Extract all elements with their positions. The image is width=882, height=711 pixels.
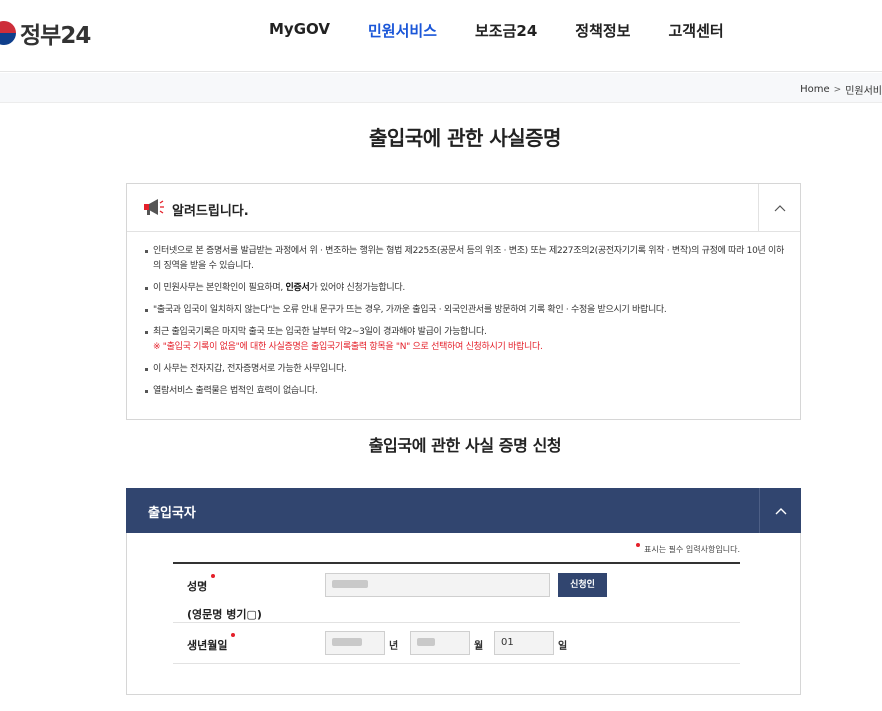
row-divider (173, 663, 740, 664)
form-top-rule (173, 562, 740, 564)
chevron-up-icon (774, 204, 785, 211)
panel-collapse-button[interactable] (759, 488, 801, 533)
notice-collapse-button[interactable] (758, 184, 800, 231)
required-dot-icon (211, 574, 216, 578)
breadcrumb-current[interactable]: 민원서비 (845, 82, 882, 97)
notice-warning: ※ "출입국 기록이 없음"에 대한 사실증명은 출입국기록출력 항목을 "N"… (153, 342, 543, 352)
logo-text: 정부24 (20, 23, 91, 49)
masked-value (332, 638, 362, 646)
day-unit: 일 (558, 641, 568, 652)
main-nav: MyGOV 민원서비스 보조금24 정책정보 고객센터 (269, 20, 762, 41)
month-unit: 월 (474, 641, 484, 652)
nav-item-mygov[interactable]: MyGOV (269, 20, 330, 41)
nav-item-subsidy24[interactable]: 보조금24 (475, 20, 537, 41)
notice-list: 인터넷으로 본 증명서를 발급받는 과정에서 위 · 변조하는 행위는 형법 제… (127, 232, 800, 399)
nav-item-policy-info[interactable]: 정책정보 (575, 20, 630, 41)
name-label: 성명 (187, 574, 216, 594)
notice-item: 인터넷으로 본 증명서를 발급받는 과정에서 위 · 변조하는 행위는 형법 제… (145, 244, 784, 274)
breadcrumb-home[interactable]: Home (800, 84, 830, 95)
notice-box: 알려드립니다. 인터넷으로 본 증명서를 발급받는 과정에서 위 · 변조하는 … (126, 183, 801, 420)
applicant-panel: 출입국자 표시는 필수 입력사항입니다. 성명 신청인 (영문명 병기▢) 생년… (126, 488, 801, 695)
birth-month-input[interactable] (410, 631, 470, 655)
birth-day-input[interactable]: 01 (494, 631, 554, 655)
required-note: 표시는 필수 입력사항입니다. (636, 543, 740, 555)
panel-title: 출입국자 (148, 506, 196, 521)
masked-value (417, 638, 435, 646)
notice-header: 알려드립니다. (127, 184, 800, 232)
notice-title: 알려드립니다. (172, 204, 249, 219)
page: 정부24 MyGOV 민원서비스 보조금24 정책정보 고객센터 Home > … (0, 0, 882, 711)
site-header: 정부24 MyGOV 민원서비스 보조금24 정책정보 고객센터 (0, 0, 882, 72)
breadcrumb-bar: Home > 민원서비 (0, 73, 882, 103)
notice-item: 이 민원사무는 본인확인이 필요하며, 인증서가 있어야 신청가능합니다. (145, 281, 784, 296)
required-dot-icon (636, 543, 641, 547)
taegeuk-logo-icon (0, 21, 16, 45)
nav-item-customer-center[interactable]: 고객센터 (668, 20, 723, 41)
page-title: 출입국에 관한 사실증명 (369, 126, 561, 150)
megaphone-icon (144, 199, 164, 215)
english-name-toggle[interactable]: (영문명 병기▢) (187, 606, 262, 622)
panel-header: 출입국자 (126, 488, 801, 533)
nav-item-civil-service[interactable]: 민원서비스 (368, 20, 437, 41)
name-input[interactable] (325, 573, 550, 597)
notice-item: 최근 출입국기록은 마지막 출국 또는 입국한 날부터 약2~3일이 경과해야 … (145, 325, 784, 355)
chevron-right-icon: > (833, 84, 842, 95)
masked-value (332, 580, 368, 588)
birth-year-input[interactable] (325, 631, 385, 655)
required-dot-icon (231, 633, 236, 637)
notice-item: "출국과 입국이 일치하지 않는다"는 오류 안내 문구가 뜨는 경우, 가까운… (145, 303, 784, 318)
chevron-up-icon (775, 507, 786, 514)
notice-item: 열람서비스 출력물은 법적인 효력이 없습니다. (145, 384, 784, 399)
year-unit: 년 (389, 641, 399, 652)
notice-item: 이 사무는 전자지갑, 전자증명서로 가능한 사무입니다. (145, 362, 784, 377)
breadcrumb: Home > 민원서비 (800, 82, 882, 97)
birth-label: 생년월일 (187, 633, 236, 653)
row-divider (173, 622, 740, 623)
section-title: 출입국에 관한 사실 증명 신청 (368, 436, 562, 455)
site-logo[interactable]: 정부24 (0, 16, 91, 50)
applicant-button[interactable]: 신청인 (558, 573, 607, 597)
